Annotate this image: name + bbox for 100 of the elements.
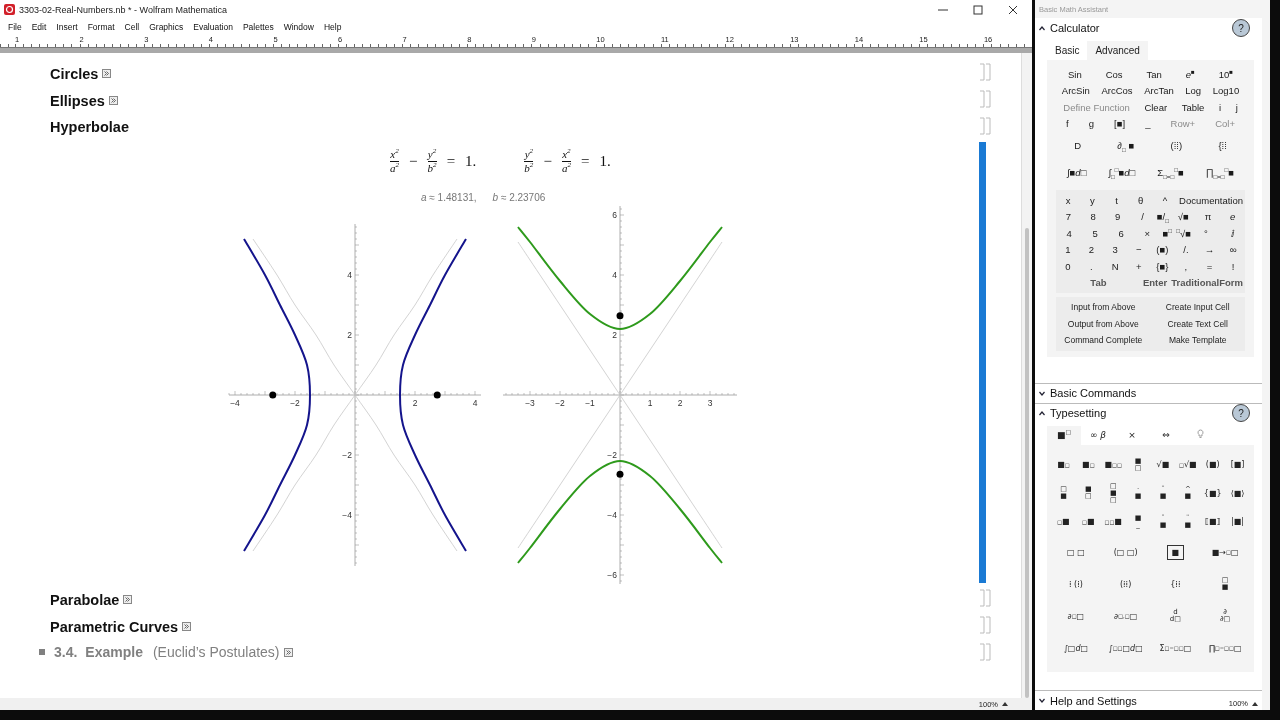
keypad-key[interactable]: x [1056,192,1081,209]
palette-button[interactable]: Tan [1134,66,1174,83]
expand-icon[interactable] [108,96,118,105]
keypad-key[interactable]: Tab [1056,274,1141,291]
template-button[interactable]: (□ □) [1100,536,1151,568]
keypad-key[interactable]: 2 [1079,241,1104,258]
keypad-key[interactable]: t [1104,192,1129,209]
palette-button[interactable]: Log10 [1206,82,1245,99]
palette-button[interactable]: [■] [1104,115,1136,132]
maximize-icon[interactable] [972,4,983,15]
expand-caret-icon[interactable] [1039,698,1045,703]
palette-button[interactable]: ∏$_{□=□}$$^{□}$■ [1194,159,1246,186]
template-button[interactable]: {⁞⁞ [1150,568,1201,600]
action-button[interactable]: Create Input Cell [1150,299,1245,316]
action-button[interactable]: Output from Above [1056,315,1151,332]
menu-item[interactable]: Graphics [144,22,189,32]
expand-icon[interactable] [102,69,112,78]
caret-icon[interactable] [1002,702,1008,706]
section-title[interactable]: Ellipses [50,92,105,109]
menu-item[interactable]: Insert [51,22,83,32]
palette-button[interactable]: g [1078,115,1105,132]
menu-item[interactable]: Palettes [237,22,279,32]
keypad-key[interactable]: 8 [1080,208,1106,225]
menu-item[interactable]: File [3,22,27,32]
palette-button[interactable]: Σ$_{□=□}$$^{□}$■ [1146,159,1195,186]
section-header[interactable]: Basic Commands [1050,387,1137,399]
section-title[interactable]: Parabolae [50,591,120,608]
menu-item[interactable]: Cell [119,22,145,32]
keypad-key[interactable]: Documentation [1177,192,1245,209]
keypad-key[interactable]: 9 [1105,208,1131,225]
keypad-key[interactable]: (■) [1150,241,1175,258]
palette-button[interactable]: e$^{■}$ [1173,66,1207,83]
scrollbar[interactable] [1021,53,1032,698]
keypad-key[interactable]: ^ [1152,192,1178,209]
palette-button[interactable]: ArcTan [1138,82,1180,99]
palette-button[interactable]: 10$^{■}$ [1206,66,1245,83]
subsection-title[interactable]: Example [85,644,143,660]
template-button[interactable]: ⁞ (⁞) [1051,568,1101,600]
keypad-key[interactable]: 7 [1056,208,1081,225]
template-button[interactable]: □ □ [1051,536,1101,568]
template-button[interactable]: ■ [1150,536,1201,568]
template-button[interactable]: [■] [1225,450,1250,479]
palette-button[interactable]: j [1228,99,1246,116]
menu-item[interactable]: Format [82,22,120,32]
template-button[interactable]: ⟨■⟩ [1225,479,1250,508]
help-button[interactable]: ? [1232,404,1250,422]
palette-button[interactable]: _ [1135,115,1161,132]
expand-icon[interactable] [283,647,293,657]
collapse-caret-icon[interactable] [1039,25,1045,31]
cell-bracket[interactable] [979,589,991,607]
section-header[interactable]: Help and Settings [1050,694,1137,707]
keypad-key[interactable]: N [1103,258,1127,275]
menu-item[interactable]: Edit [26,22,52,32]
palette-button[interactable]: Cos [1093,66,1135,83]
keypad-key[interactable]: , [1174,258,1198,275]
keypad-key[interactable]: e [1220,208,1246,225]
palette-button[interactable]: Log [1179,82,1207,99]
template-button[interactable]: ⟦■⟧ [1200,507,1226,536]
keypad-key[interactable]: Enter [1140,274,1170,291]
keypad-key[interactable]: + [1126,258,1151,275]
menu-item[interactable]: Window [278,22,319,32]
palette-button[interactable]: (⁞⁞) [1152,132,1201,159]
keypad-key[interactable]: /. [1174,241,1198,258]
keypad-key[interactable]: 3 [1103,241,1127,258]
keypad-key[interactable]: ■/$_{□}$ [1154,208,1171,225]
template-button[interactable]: |■| [1225,507,1250,536]
menu-item[interactable]: Evaluation [188,22,238,32]
keypad-key[interactable]: ■$^{□}$ [1160,225,1175,242]
keypad-key[interactable]: ! [1221,258,1245,275]
keypad-key[interactable]: π [1195,208,1221,225]
expand-icon[interactable] [182,622,192,631]
keypad-key[interactable]: 0 [1056,258,1080,275]
palette-button[interactable]: ∫■d□ [1056,159,1098,186]
keypad-key[interactable]: 1 [1056,241,1080,258]
palette-button[interactable]: f [1056,115,1079,132]
palette-button[interactable]: Table [1174,99,1212,116]
palette-tab[interactable]: Advanced [1087,41,1148,60]
expand-icon[interactable] [123,595,133,604]
minimize-icon[interactable] [937,8,948,11]
keypad-key[interactable]: √■ [1170,208,1196,225]
cell-bracket[interactable] [979,63,991,81]
template-button[interactable]: (■) [1200,450,1226,479]
palette-button[interactable]: {⁞⁞ [1200,132,1245,159]
section-title[interactable]: Parametric Curves [50,618,179,635]
keypad-key[interactable]: $^{□}$√■ [1174,225,1193,242]
caret-icon[interactable] [1252,701,1258,706]
cell-bracket[interactable] [979,643,991,661]
palette-button[interactable]: ArcCos [1095,82,1139,99]
palette-button[interactable]: ∂$_{□}$ ■ [1099,132,1153,159]
collapse-caret-icon[interactable] [1039,410,1045,416]
palette-button[interactable]: ∫$_{□}$$^{□}$■d□ [1097,159,1147,186]
palette-button[interactable]: ArcSin [1056,82,1096,99]
action-button[interactable]: Input from Above [1056,299,1151,316]
keypad-key[interactable]: → [1197,241,1222,258]
selected-cell-bracket[interactable] [979,142,987,583]
keypad-key[interactable]: = [1197,258,1222,275]
keypad-key[interactable]: − [1126,241,1151,258]
keypad-key[interactable]: TraditionalForm [1169,274,1245,291]
keypad-key[interactable]: y [1080,192,1105,209]
expand-caret-icon[interactable] [1039,390,1045,396]
